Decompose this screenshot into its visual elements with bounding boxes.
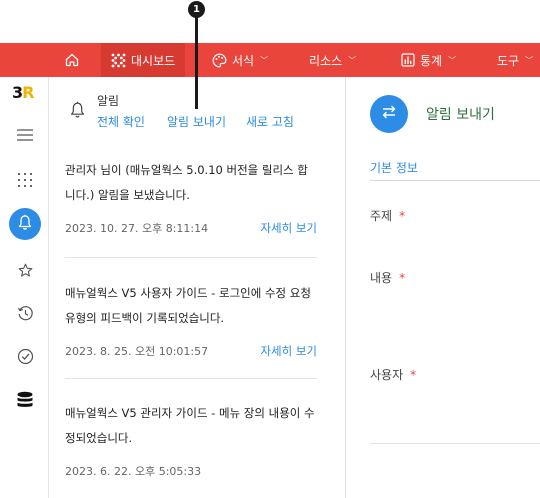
database-icon[interactable] bbox=[15, 390, 35, 410]
nav-resources[interactable]: 리소스 ﹀ bbox=[309, 43, 356, 77]
check-circle-icon[interactable] bbox=[15, 346, 35, 366]
chevron-down-icon: ﹀ bbox=[525, 55, 534, 65]
nav-statistics[interactable]: 통계 ﹀ bbox=[401, 43, 456, 77]
notification-date: 2023. 6. 22. 오후 5:05:33 bbox=[65, 465, 202, 478]
history-icon[interactable] bbox=[15, 303, 35, 323]
content-field-label: 내용 * bbox=[370, 271, 406, 285]
nav-resources-label: 리소스 bbox=[309, 53, 343, 68]
home-icon bbox=[64, 52, 80, 68]
section-divider bbox=[370, 180, 540, 181]
send-notification-link[interactable]: 알림 보내기 bbox=[167, 113, 226, 130]
notification-message: 매뉴얼웍스 V5 사용자 가이드 - 로그인에 수정 요청 유형의 피드백이 기… bbox=[65, 286, 311, 325]
menu-icon[interactable] bbox=[15, 125, 35, 145]
notifications-rail-button[interactable] bbox=[9, 208, 41, 240]
notification-divider bbox=[65, 378, 317, 379]
panel-title: 알림 bbox=[97, 94, 120, 108]
form-section-basic-info: 기본 정보 bbox=[370, 161, 418, 175]
form-title: 알림 보내기 bbox=[426, 107, 495, 123]
details-link[interactable]: 자세히 보기 bbox=[260, 220, 317, 236]
left-rail: 3R bbox=[0, 77, 49, 498]
chevron-down-icon: ﹀ bbox=[448, 55, 457, 65]
nav-dashboard[interactable]: 대시보드 bbox=[101, 43, 186, 77]
user-field-label: 사용자 * bbox=[370, 368, 417, 382]
nav-statistics-label: 통계 bbox=[420, 53, 443, 68]
notification-date: 2023. 10. 27. 오후 8:11:14 bbox=[65, 222, 209, 235]
notification-item: 매뉴얼웍스 V5 관리자 가이드 - 메뉴 장의 내용이 수정되었습니다. 20… bbox=[65, 401, 317, 479]
home-nav-button[interactable] bbox=[64, 43, 80, 77]
chevron-down-icon: ﹀ bbox=[260, 55, 269, 65]
refresh-link[interactable]: 새로 고침 bbox=[246, 113, 294, 130]
nav-tools[interactable]: 도구 ﹀ bbox=[497, 43, 533, 77]
app-logo[interactable]: 3R bbox=[12, 83, 34, 102]
top-navigation: 대시보드 서식 ﹀ 리소스 ﹀ 통계 ﹀ 도구 ﹀ bbox=[0, 43, 540, 77]
send-notification-form: 알림 보내기 기본 정보 주제 * 내용 * 사용자 * bbox=[347, 77, 540, 498]
notification-divider bbox=[65, 257, 317, 258]
view-all-link[interactable]: 전체 확인 bbox=[97, 113, 145, 130]
grid-dots-icon[interactable] bbox=[15, 170, 35, 190]
nav-format[interactable]: 서식 ﹀ bbox=[212, 43, 268, 77]
callout-badge: 1 bbox=[188, 1, 205, 18]
chart-icon bbox=[401, 53, 415, 67]
palette-icon bbox=[212, 53, 227, 68]
swap-arrows-icon bbox=[380, 103, 398, 125]
nav-format-label: 서식 bbox=[232, 53, 255, 68]
callout-line bbox=[195, 17, 198, 109]
dashboard-dots-icon bbox=[111, 53, 126, 68]
notification-message: 관리자 님이 (매뉴얼웍스 5.0.10 버전을 릴리스 합니다.) 알림을 보… bbox=[65, 163, 308, 202]
notification-item: 매뉴얼웍스 V5 사용자 가이드 - 로그인에 수정 요청 유형의 피드백이 기… bbox=[65, 281, 317, 359]
star-icon[interactable] bbox=[15, 260, 35, 280]
nav-dashboard-label: 대시보드 bbox=[131, 53, 176, 68]
field-divider bbox=[370, 443, 540, 444]
bell-icon bbox=[69, 101, 86, 123]
bell-icon bbox=[17, 214, 33, 235]
nav-tools-label: 도구 bbox=[497, 53, 520, 68]
notification-date: 2023. 8. 25. 오전 10:01:57 bbox=[65, 345, 209, 358]
notification-message: 매뉴얼웍스 V5 관리자 가이드 - 메뉴 장의 내용이 수정되었습니다. bbox=[65, 406, 315, 445]
notification-item: 관리자 님이 (매뉴얼웍스 5.0.10 버전을 릴리스 합니다.) 알림을 보… bbox=[65, 158, 317, 236]
chevron-down-icon: ﹀ bbox=[348, 55, 357, 65]
send-form-icon-badge bbox=[370, 95, 408, 133]
details-link[interactable]: 자세히 보기 bbox=[260, 343, 317, 359]
subject-field-label: 주제 * bbox=[370, 209, 406, 223]
notification-panel: 알림 전체 확인 알림 보내기 새로 고침 관리자 님이 (매뉴얼웍스 5.0.… bbox=[50, 77, 346, 498]
